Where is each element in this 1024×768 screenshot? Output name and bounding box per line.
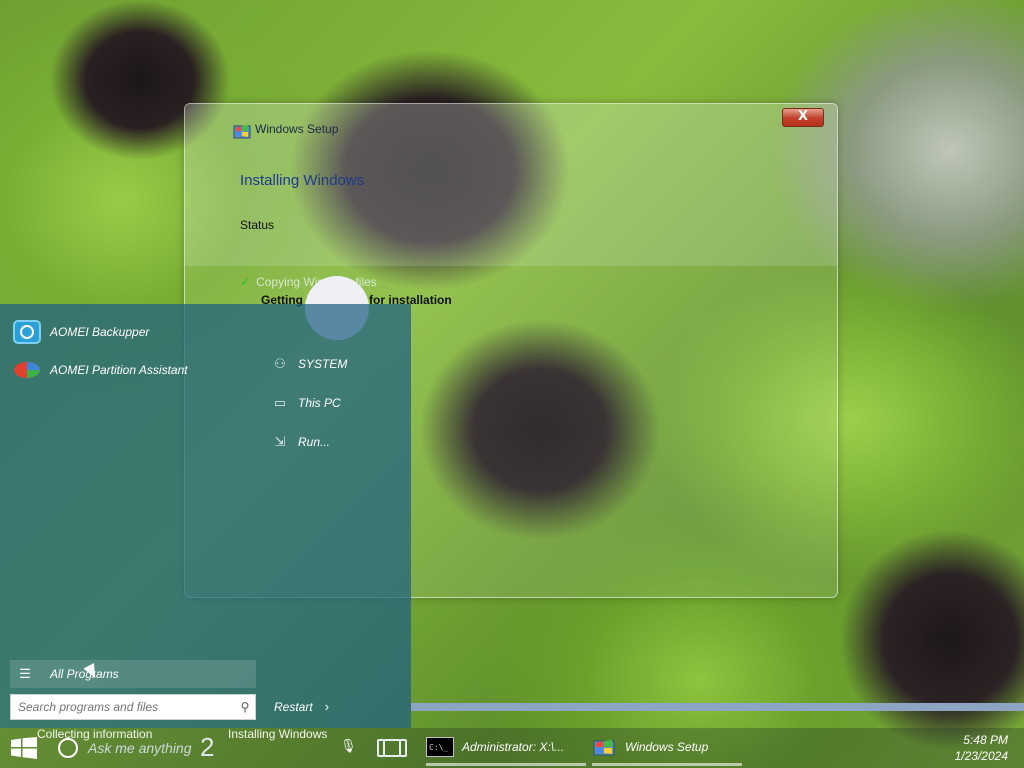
setup-window-title: Windows Setup [255,122,339,136]
start-item-label: AOMEI Partition Assistant [50,363,188,377]
windows-setup-icon [233,125,251,139]
start-item-aomei-partition[interactable]: AOMEI Partition Assistant [12,357,188,383]
start-place-this-pc[interactable]: ▭ This PC [272,395,341,411]
list-icon: ☰ [19,666,31,681]
task-view-icon[interactable] [377,739,407,757]
setup-phase-number: 2 [200,732,215,762]
cortana-icon[interactable] [58,738,78,758]
place-label: Run... [298,435,331,449]
microphone-icon[interactable]: 🎙 [340,739,357,757]
place-label: This PC [298,396,341,410]
aomei-backupper-icon [12,319,42,345]
clock-time: 5:48 PM [963,733,1008,747]
start-search-box[interactable]: ⚲ [10,694,256,720]
checkmark-icon: ✓ [240,275,251,289]
cmd-icon: C:\_ [426,736,454,757]
place-label: SYSTEM [298,357,348,371]
close-button[interactable]: X [782,108,824,127]
taskbar-search-prompt[interactable]: Ask me anything [88,740,192,756]
search-input[interactable] [11,696,235,718]
chevron-right-icon: › [324,699,330,714]
start-menu: AOMEI Backupper AOMEI Partition Assistan… [0,304,411,728]
taskbar-app-label: Windows Setup [625,739,709,754]
start-item-aomei-backupper[interactable]: AOMEI Backupper [12,319,149,345]
setup-phase-collecting: Collecting information [37,727,153,741]
taskbar-clock[interactable]: 5:48 PM 1/23/2024 [955,732,1008,764]
all-programs-button[interactable]: ☰ All Programs [10,660,256,688]
restart-label: Restart [274,699,313,714]
start-place-run[interactable]: ⇲ Run... [272,434,330,450]
status-label: Status [240,218,275,232]
setup-heading: Installing Windows [240,172,365,189]
aomei-partition-icon [12,357,42,383]
search-icon: ⚲ [240,700,250,714]
clock-date: 1/23/2024 [954,749,1008,763]
windows-setup-icon [593,739,615,755]
taskbar: Collecting information Ask me anything 2… [0,727,1024,768]
taskbar-app-setup[interactable]: Windows Setup [592,730,742,766]
start-place-system[interactable]: ⚇ SYSTEM [272,356,347,372]
windows-start-icon[interactable] [11,737,37,759]
taskbar-app-cmd[interactable]: C:\_ Administrator: X:\... [426,730,586,766]
taskbar-app-label: Administrator: X:\... [462,739,565,754]
start-item-label: AOMEI Backupper [50,325,150,339]
restart-button[interactable]: Restart › [274,699,329,714]
laptop-icon: ▭ [273,395,287,410]
setup-phase-installing: Installing Windows [228,727,328,741]
user-icon: ⚇ [274,356,286,371]
progress-strip [411,703,1024,711]
run-icon: ⇲ [274,434,286,449]
